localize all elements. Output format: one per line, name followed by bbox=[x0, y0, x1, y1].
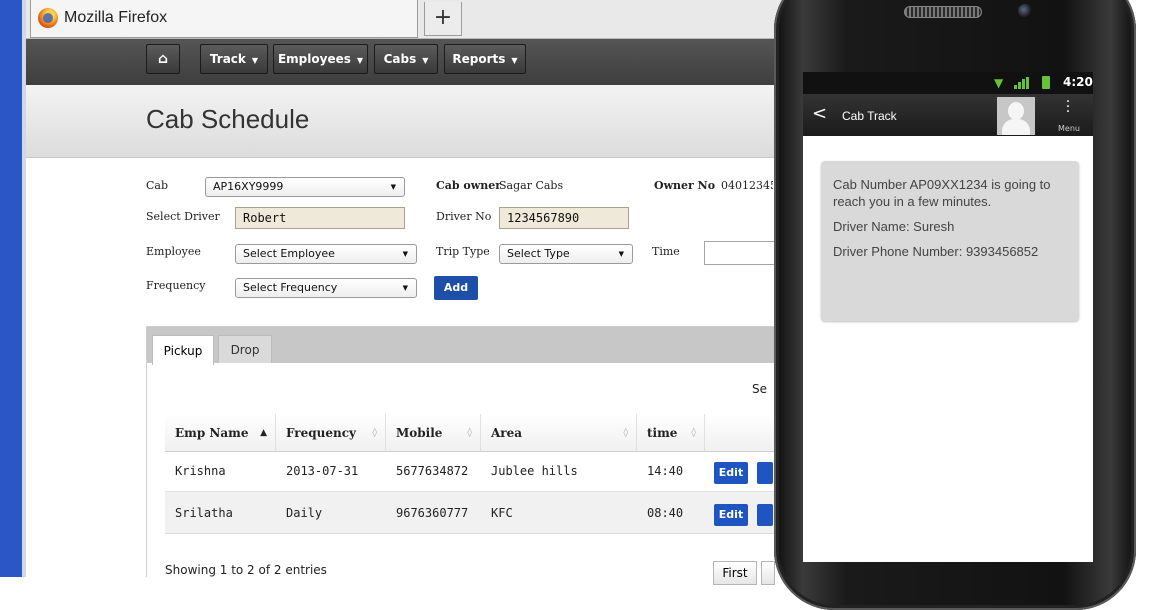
frequency-label: Frequency bbox=[146, 279, 206, 292]
dropdown-arrow-icon: ▼ bbox=[390, 183, 396, 191]
phone-app-title: Cab Track bbox=[842, 109, 897, 123]
nav-cabs[interactable]: Cabs ▼ bbox=[374, 44, 438, 74]
nav-reports-label: Reports bbox=[452, 52, 506, 66]
frequency-select[interactable]: Select Frequency ▼ bbox=[235, 278, 417, 298]
first-page-button[interactable]: First bbox=[713, 561, 757, 585]
col-mobile-label: Mobile bbox=[396, 426, 443, 440]
dropdown-arrow-icon: ▼ bbox=[402, 284, 408, 292]
cell-emp-name: Krishna bbox=[175, 464, 226, 478]
edit-button[interactable]: Edit bbox=[714, 462, 748, 484]
select-driver-label: Select Driver bbox=[146, 210, 220, 223]
phone-clock: 4:20 bbox=[1063, 75, 1093, 89]
battery-icon bbox=[1042, 76, 1050, 89]
driver-no-label: Driver No bbox=[436, 210, 492, 223]
window-border bbox=[0, 0, 22, 577]
caret-down-icon: ▼ bbox=[251, 56, 259, 65]
sort-icon: ◊ bbox=[372, 428, 377, 438]
cell-frequency: Daily bbox=[286, 506, 323, 520]
sort-icon: ◊ bbox=[467, 428, 472, 438]
sort-icon: ◊ bbox=[623, 428, 628, 438]
col-area[interactable]: Area ◊ bbox=[481, 414, 637, 452]
wifi-icon: ▼ bbox=[994, 76, 1004, 90]
caret-down-icon: ▼ bbox=[511, 56, 518, 65]
nav-track[interactable]: Track ▼ bbox=[200, 44, 268, 74]
dropdown-arrow-icon: ▼ bbox=[618, 250, 624, 258]
back-arrow-icon[interactable]: < bbox=[812, 104, 827, 124]
home-button[interactable]: ⌂ bbox=[146, 44, 180, 74]
col-mobile[interactable]: Mobile ◊ bbox=[386, 414, 481, 452]
time-input[interactable] bbox=[704, 241, 784, 265]
table-info: Showing 1 to 2 of 2 entries bbox=[165, 563, 327, 577]
phone-camera bbox=[1018, 4, 1032, 18]
nav-cabs-label: Cabs bbox=[383, 52, 417, 66]
cell-frequency: 2013-07-31 bbox=[286, 464, 359, 478]
cab-owner-label: Cab owner bbox=[436, 179, 502, 192]
tab-pickup[interactable]: Pickup bbox=[152, 335, 214, 365]
time-label: Time bbox=[652, 245, 680, 258]
trip-type-select-value: Select Type bbox=[507, 247, 570, 260]
delete-button[interactable] bbox=[757, 504, 773, 526]
browser-tab-title: Mozilla Firefox bbox=[64, 9, 168, 26]
page-title: Cab Schedule bbox=[146, 104, 310, 134]
nav-employees-label: Employees bbox=[277, 52, 351, 66]
cab-select[interactable]: AP16XY9999 ▼ bbox=[205, 177, 405, 197]
avatar[interactable] bbox=[997, 97, 1035, 135]
trip-type-label: Trip Type bbox=[436, 245, 490, 258]
col-frequency[interactable]: Frequency ◊ bbox=[276, 414, 386, 452]
cab-label: Cab bbox=[146, 179, 169, 192]
add-button[interactable]: Add bbox=[434, 276, 478, 300]
nav-reports[interactable]: Reports ▼ bbox=[444, 44, 526, 74]
cell-mobile: 9676360777 bbox=[396, 506, 469, 520]
cell-mobile: 5677634872 bbox=[396, 464, 469, 478]
firefox-icon bbox=[38, 8, 58, 28]
overflow-menu-icon[interactable]: · · · bbox=[1062, 95, 1074, 119]
owner-no-value: 040123456 bbox=[721, 179, 773, 192]
new-tab-button[interactable]: + bbox=[424, 2, 462, 36]
sms-driver-name: Driver Name: Suresh bbox=[833, 219, 955, 234]
phone-speaker bbox=[904, 6, 982, 18]
signal-icon bbox=[1014, 77, 1030, 89]
employee-select[interactable]: Select Employee ▼ bbox=[235, 244, 417, 264]
sort-asc-icon: ▲ bbox=[260, 428, 267, 438]
sort-icon: ◊ bbox=[691, 428, 696, 438]
frequency-select-value: Select Frequency bbox=[243, 281, 338, 294]
driver-input[interactable]: Robert bbox=[235, 207, 405, 229]
col-emp-name-label: Emp Name bbox=[175, 426, 249, 440]
sms-driver-phone: Driver Phone Number: 9393456852 bbox=[833, 244, 1039, 259]
caret-down-icon: ▼ bbox=[356, 56, 364, 65]
owner-no-label: Owner No bbox=[654, 179, 716, 192]
trip-type-select[interactable]: Select Type ▼ bbox=[499, 244, 633, 264]
cab-select-value: AP16XY9999 bbox=[213, 180, 284, 193]
employee-select-value: Select Employee bbox=[243, 247, 335, 260]
driver-no-input[interactable]: 1234567890 bbox=[499, 207, 629, 229]
col-time[interactable]: time ◊ bbox=[637, 414, 705, 452]
dropdown-arrow-icon: ▼ bbox=[402, 250, 408, 258]
cell-area: KFC bbox=[491, 506, 513, 520]
cell-time: 14:40 bbox=[647, 464, 684, 478]
nav-employees[interactable]: Employees ▼ bbox=[273, 44, 368, 74]
prev-page-button[interactable] bbox=[761, 561, 775, 585]
delete-button[interactable] bbox=[757, 462, 773, 484]
col-frequency-label: Frequency bbox=[286, 426, 357, 440]
col-time-label: time bbox=[647, 426, 678, 440]
sms-message: Cab Number AP09XX1234 is going to reach … bbox=[833, 177, 1051, 209]
cab-owner-value: Sagar Cabs bbox=[499, 179, 564, 192]
nav-track-label: Track bbox=[209, 52, 246, 66]
cell-emp-name: Srilatha bbox=[175, 506, 233, 520]
employee-label: Employee bbox=[146, 245, 201, 258]
edit-button[interactable]: Edit bbox=[714, 504, 748, 526]
caret-down-icon: ▼ bbox=[422, 56, 429, 65]
home-icon: ⌂ bbox=[157, 51, 169, 67]
col-emp-name[interactable]: Emp Name ▲ bbox=[165, 414, 276, 452]
cell-time: 08:40 bbox=[647, 506, 684, 520]
search-label: Se bbox=[752, 382, 767, 396]
col-area-label: Area bbox=[491, 426, 523, 440]
tab-drop[interactable]: Drop bbox=[218, 335, 272, 363]
menu-label: Menu bbox=[1058, 124, 1080, 133]
cell-area: Jublee hills bbox=[491, 464, 578, 478]
